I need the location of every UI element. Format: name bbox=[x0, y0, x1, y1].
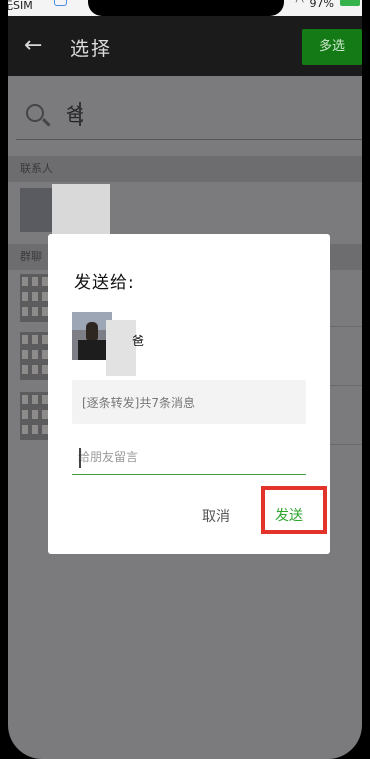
signal-icon: ◠ bbox=[295, 0, 304, 8]
wifi-icon bbox=[54, 0, 67, 6]
text-cursor bbox=[79, 102, 81, 126]
send-to-dialog: 发送给: 爸 [逐条转发]共7条消息 取消 发送 bbox=[48, 234, 330, 554]
notch bbox=[88, 0, 284, 16]
dialog-title: 发送给: bbox=[74, 273, 135, 293]
comment-field[interactable] bbox=[72, 440, 306, 475]
send-button-highlight[interactable]: 发送 bbox=[261, 486, 327, 534]
search-bar[interactable]: 爸 bbox=[8, 86, 362, 144]
send-button[interactable]: 发送 bbox=[275, 505, 303, 525]
screen: 无SIM ◠ 97% ← 选择 多选 爸 联系人 群聊 bbox=[8, 0, 362, 759]
search-icon bbox=[26, 104, 44, 122]
recipient-name: 爸 bbox=[132, 334, 145, 348]
cancel-button[interactable]: 取消 bbox=[202, 506, 230, 526]
battery-icon bbox=[340, 0, 360, 6]
section-header-contacts: 联系人 bbox=[8, 156, 362, 182]
page-title: 选择 bbox=[70, 38, 113, 60]
comment-input[interactable] bbox=[78, 448, 298, 466]
top-bar: ← 选择 多选 bbox=[8, 16, 362, 76]
redaction-mask bbox=[52, 184, 110, 240]
phone-frame: 无SIM ◠ 97% ← 选择 多选 爸 联系人 群聊 bbox=[0, 0, 370, 759]
message-preview: [逐条转发]共7条消息 bbox=[82, 396, 195, 410]
search-input[interactable]: 爸 bbox=[66, 101, 84, 127]
search-underline bbox=[16, 139, 362, 140]
back-arrow-icon[interactable]: ← bbox=[24, 35, 44, 57]
carrier-label: 无SIM bbox=[8, 0, 33, 12]
battery-percentage: 97% bbox=[309, 0, 334, 10]
message-preview-box: [逐条转发]共7条消息 bbox=[72, 380, 306, 424]
multi-select-button[interactable]: 多选 bbox=[302, 29, 362, 65]
text-cursor bbox=[79, 448, 81, 468]
